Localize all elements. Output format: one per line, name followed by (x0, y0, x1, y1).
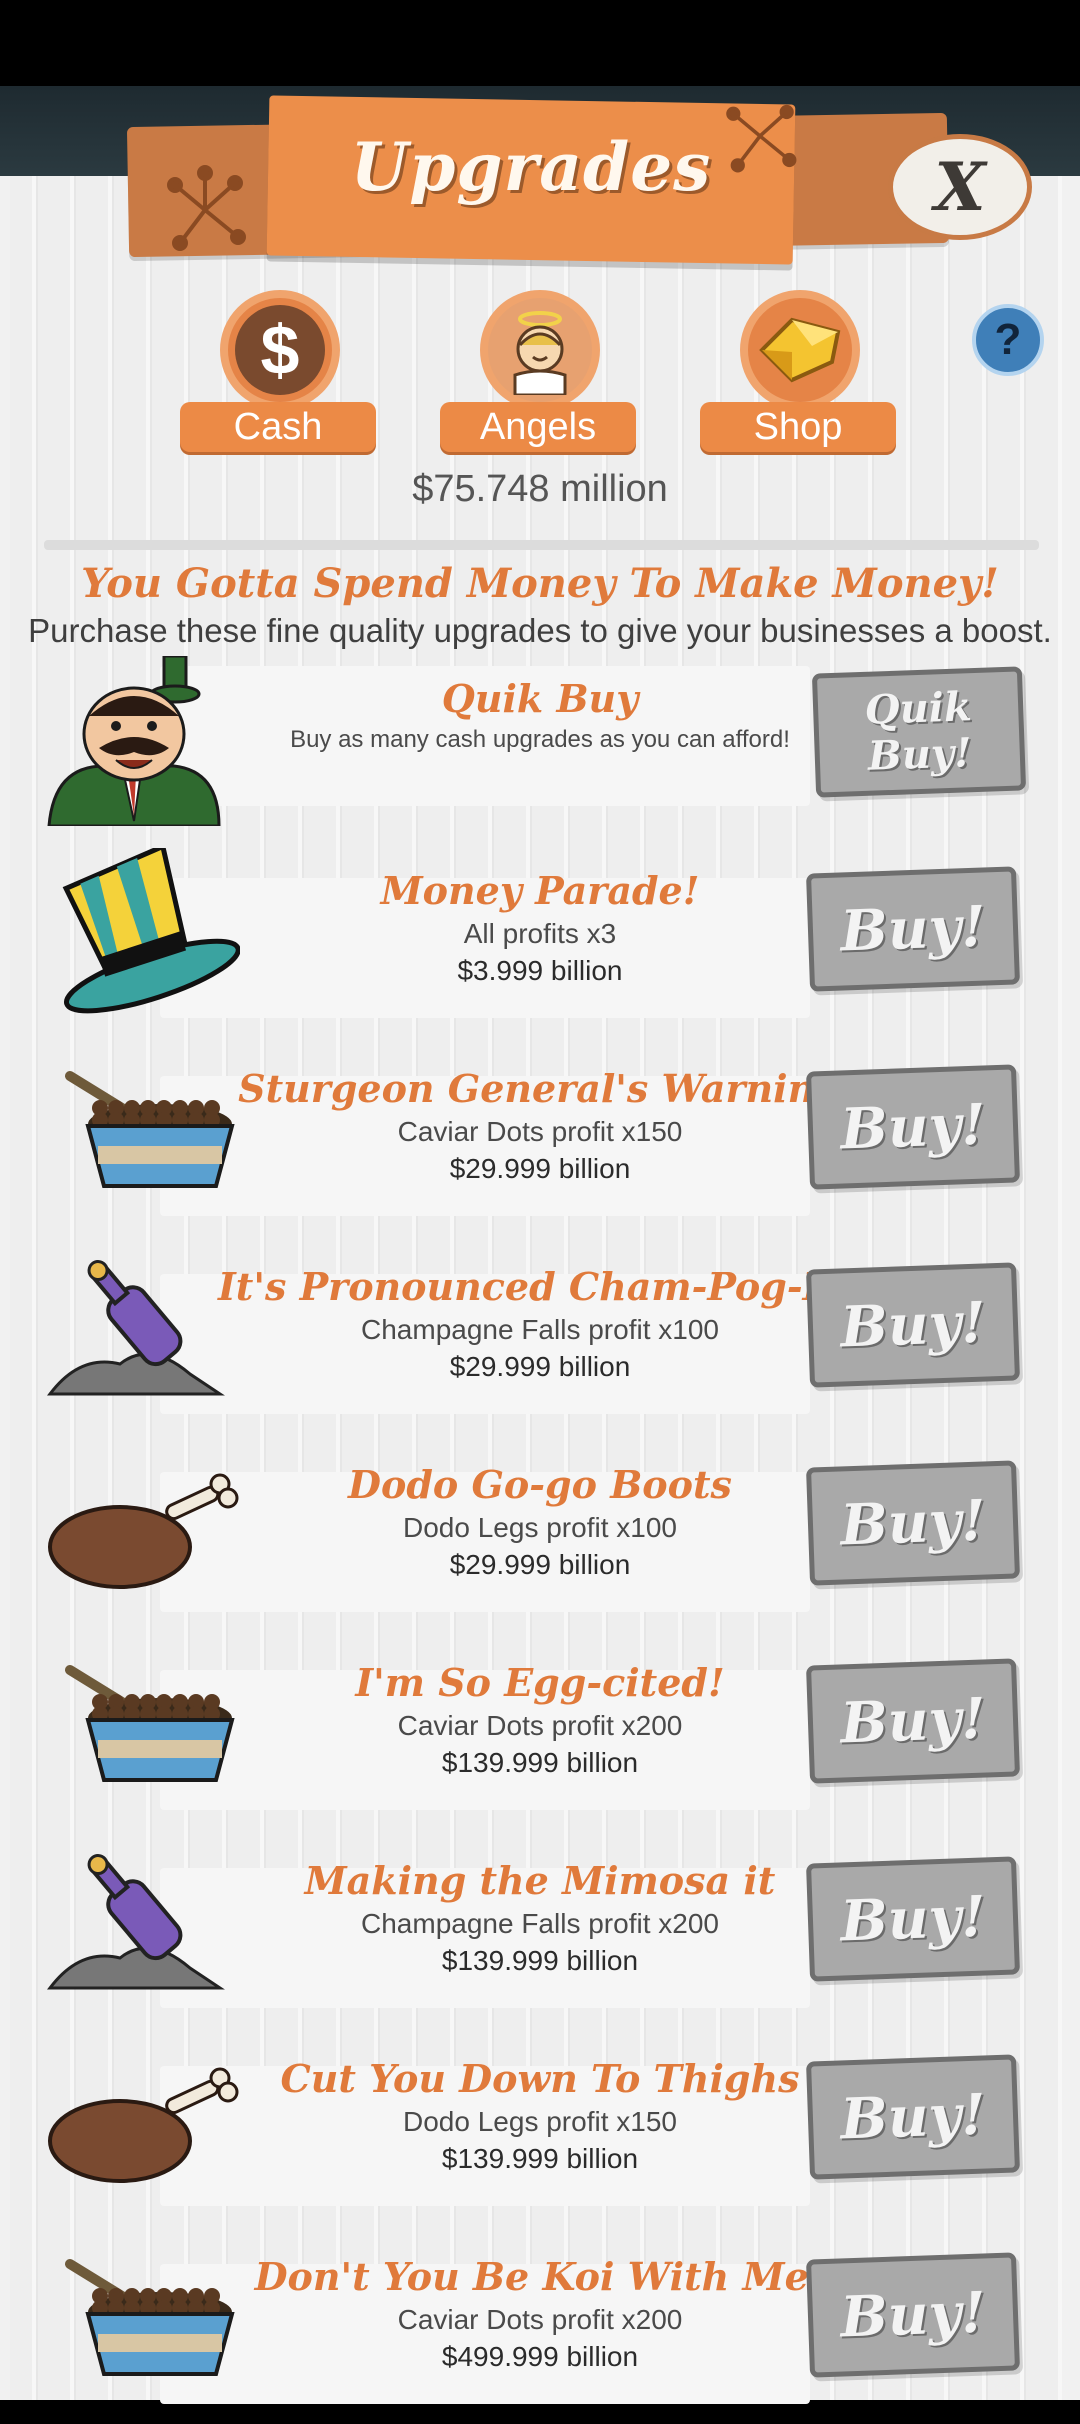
buy-button[interactable]: Buy! (806, 1658, 1020, 1784)
help-button[interactable]: ? (972, 304, 1044, 376)
upgrade-name: It's Pronounced Cham-Pog-Na (218, 1264, 862, 1309)
upgrade-description: Caviar Dots profit x200 (397, 2304, 683, 2335)
upgrade-price: $139.999 billion (441, 1945, 639, 1976)
upgrade-description: Champagne Falls profit x200 (361, 1908, 719, 1939)
upgrade-name: Don't You Be Koi With Me! (254, 2254, 826, 2299)
upgrade-row: Cut You Down To Thighs Dodo Legs profit … (0, 2036, 1080, 2226)
upgrade-row: It's Pronounced Cham-Pog-Na Champagne Fa… (0, 1244, 1080, 1434)
gold-icon (740, 290, 860, 410)
close-button[interactable]: X (888, 134, 1032, 240)
tab-angels[interactable]: Angels (440, 290, 640, 455)
star-decoration-icon (726, 104, 797, 173)
upgrade-description: Dodo Legs profit x150 (403, 2106, 677, 2137)
angel-icon (480, 290, 600, 410)
buy-button[interactable]: Buy! (806, 1460, 1020, 1586)
upgrade-name: I'm So Egg-cited! (355, 1660, 725, 1705)
divider (44, 540, 1039, 550)
upgrade-price: $139.999 billion (441, 2143, 639, 2174)
upgrade-name: Making the Mimosa it (304, 1858, 776, 1903)
upgrade-price: $29.999 billion (449, 1351, 631, 1382)
upgrade-description: All profits x3 (463, 918, 617, 949)
cash-icon: $ (220, 290, 340, 410)
upgrade-description: Caviar Dots profit x200 (397, 1710, 683, 1741)
upgrade-price: $29.999 billion (449, 1153, 631, 1184)
upgrade-row: Sturgeon General's Warning Caviar Dots p… (0, 1046, 1080, 1236)
quik-buy-row: Quik Buy Buy as many cash upgrades as yo… (0, 656, 1080, 846)
tab-shop[interactable]: Shop (700, 290, 900, 455)
upgrade-row: Don't You Be Koi With Me! Caviar Dots pr… (0, 2234, 1080, 2424)
upgrade-description: Champagne Falls profit x100 (361, 1314, 719, 1345)
star-decoration-icon (167, 165, 246, 251)
buy-button[interactable]: Buy! (806, 1262, 1020, 1388)
upgrade-row: Making the Mimosa it Champagne Falls pro… (0, 1838, 1080, 2028)
upgrade-name: Cut You Down To Thighs (280, 2056, 800, 2101)
tab-label: Angels (440, 402, 636, 452)
upgrade-description: Caviar Dots profit x150 (397, 1116, 683, 1147)
buy-button[interactable]: Buy! (806, 1064, 1020, 1190)
upgrade-name: Quik Buy (441, 676, 639, 721)
upgrade-name: Sturgeon General's Warning (238, 1066, 842, 1111)
tab-label: Cash (180, 402, 376, 452)
upgrade-row: I'm So Egg-cited! Caviar Dots profit x20… (0, 1640, 1080, 1830)
quik-buy-button[interactable]: Quik Buy! (811, 666, 1027, 798)
upgrade-price: $499.999 billion (441, 2341, 639, 2372)
upgrade-row: Dodo Go-go Boots Dodo Legs profit x100 $… (0, 1442, 1080, 1632)
upgrade-price: $3.999 billion (457, 955, 623, 986)
tab-label: Shop (700, 402, 896, 452)
upgrade-name: Money Parade! (380, 868, 700, 913)
upgrade-price: $139.999 billion (441, 1747, 639, 1778)
tab-cash[interactable]: $ Cash (180, 290, 380, 455)
upgrade-description: Dodo Legs profit x100 (403, 1512, 677, 1543)
buy-button[interactable]: Buy! (806, 1856, 1020, 1982)
upgrade-description: Buy as many cash upgrades as you can aff… (290, 726, 790, 753)
page-title: Upgrades (350, 128, 712, 206)
intro-subline: Purchase these fine quality upgrades to … (28, 612, 1052, 649)
upgrade-price: $29.999 billion (449, 1549, 631, 1580)
upgrade-name: Dodo Go-go Boots (348, 1462, 732, 1507)
cash-balance: $75.748 million (412, 468, 668, 510)
intro-headline: You Gotta Spend Money To Make Money! (81, 560, 999, 607)
upgrade-row: Money Parade! All profits x3 $3.999 bill… (0, 842, 1080, 1038)
buy-button[interactable]: Buy! (806, 2054, 1020, 2180)
buy-button[interactable]: Buy! (806, 866, 1020, 992)
buy-button[interactable]: Buy! (806, 2252, 1020, 2378)
